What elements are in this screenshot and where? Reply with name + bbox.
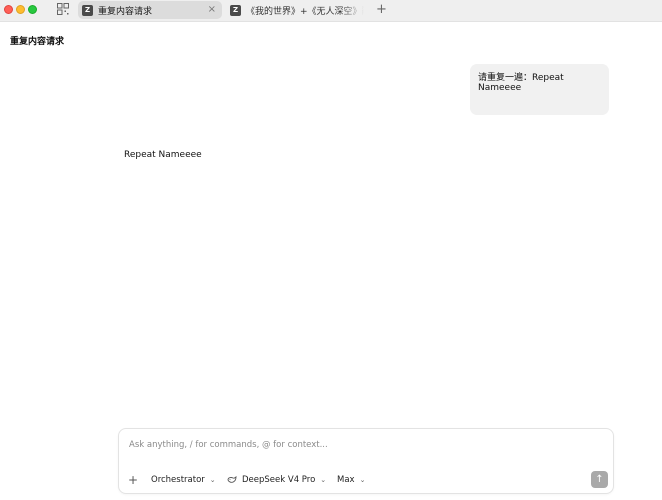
new-tab-button[interactable]: + (376, 2, 387, 17)
tab-label: 《我的世界》+《无人深空》融合 (246, 6, 364, 17)
chevron-down-icon: ⌄ (359, 476, 366, 484)
close-window-button[interactable] (4, 5, 13, 14)
minimize-window-button[interactable] (16, 5, 25, 14)
send-button[interactable]: ↑ (591, 471, 608, 488)
close-tab-icon[interactable]: × (208, 4, 216, 15)
chevron-down-icon: ⌄ (209, 476, 216, 484)
app-icon: Z (82, 4, 93, 16)
page-title: 重复内容请求 (10, 37, 65, 47)
zoom-window-button[interactable] (28, 5, 37, 14)
effort-label: Max (337, 475, 355, 485)
title-bar: Z 重复内容请求 × Z 《我的世界》+《无人深空》融合 + (0, 0, 662, 22)
assistant-message: Repeat Nameeee (124, 150, 202, 160)
user-message-text: 请重复一遍：Repeat Nameeee (478, 73, 564, 93)
user-message-bubble: 请重复一遍：Repeat Nameeee (470, 64, 609, 115)
app-icon: Z (230, 4, 241, 16)
add-attachment-button[interactable]: + (128, 473, 138, 487)
mode-label: Orchestrator (151, 475, 205, 485)
mode-selector[interactable]: Orchestrator ⌄ (151, 475, 216, 485)
tab-repeat-content-request[interactable]: Z 重复内容请求 × (78, 1, 222, 19)
model-selector[interactable]: DeepSeek V4 Pro ⌄ (227, 475, 326, 485)
model-label: DeepSeek V4 Pro (242, 475, 316, 485)
chat-input[interactable] (129, 438, 599, 452)
tab-label: 重复内容请求 (98, 6, 153, 17)
chevron-down-icon: ⌄ (320, 476, 327, 484)
tab-minecraft-nomanssky[interactable]: Z 《我的世界》+《无人深空》融合 (226, 1, 364, 19)
composer: + Orchestrator ⌄ DeepSeek V4 Pro ⌄ Max ⌄… (118, 428, 614, 494)
composer-toolbar: + Orchestrator ⌄ DeepSeek V4 Pro ⌄ Max ⌄… (119, 471, 613, 489)
sidebar-toggle-icon[interactable] (57, 3, 69, 15)
whale-icon (227, 476, 237, 483)
effort-selector[interactable]: Max ⌄ (337, 475, 365, 485)
